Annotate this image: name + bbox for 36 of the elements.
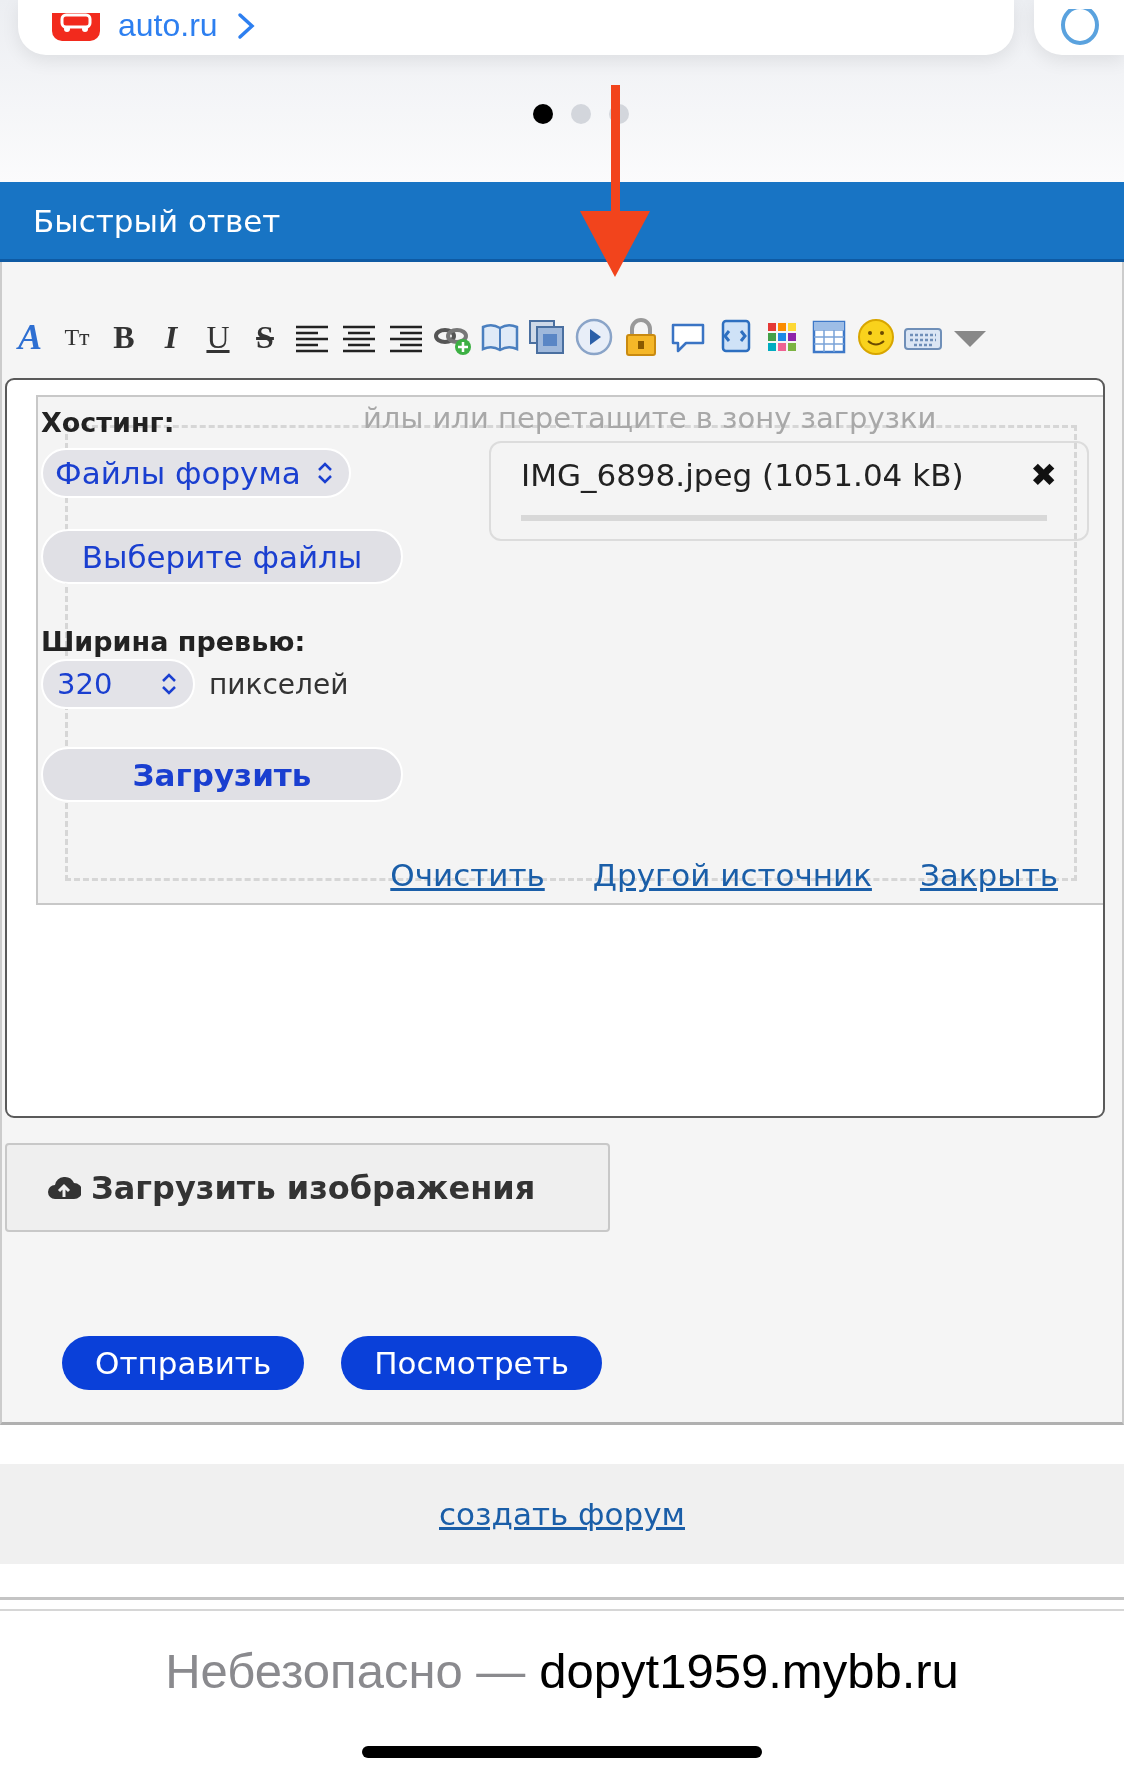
message-editor[interactable]: йлы или перетащите в зону загрузки IMG_6898.jpeg (1051.04 kB) ✖ Хостинг: Файлы форума Выберите файлы Ширина превью: 320 пикселей Загрузить Очистить Другой источник Закрыть [5, 378, 1105, 1118]
action-link[interactable]: Очистить [390, 857, 545, 893]
choose-files-button[interactable]: Выберите файлы [41, 529, 403, 584]
remove-file-button[interactable]: ✖ [1030, 459, 1057, 491]
action-link[interactable]: Закрыть [919, 857, 1058, 893]
action-link[interactable]: Другой источник [592, 857, 872, 893]
file-name: IMG_6898.jpeg (1051.04 kB) [521, 457, 964, 493]
send-button[interactable]: Отправить [62, 1336, 305, 1390]
bold-button[interactable]: B [104, 317, 144, 357]
italic-button[interactable]: I [151, 317, 191, 357]
drop-hint: йлы или перетащите в зону загрузки [363, 401, 937, 435]
car-logo-icon [52, 13, 100, 41]
security-warning: Небезопасно — [165, 1643, 526, 1699]
width-select[interactable]: 320 [41, 659, 195, 709]
smiley-icon[interactable] [856, 317, 896, 357]
upload-button[interactable]: Загрузить [41, 747, 403, 802]
font-size-button[interactable]: Tт [57, 317, 97, 357]
preview-width-label: Ширина превью: [41, 626, 306, 657]
panel-title: Быстрый ответ [33, 202, 281, 239]
play-icon[interactable] [574, 317, 614, 357]
page-dot[interactable] [571, 104, 591, 124]
preview-button[interactable]: Посмотреть [341, 1336, 602, 1390]
page-url[interactable]: dopyt1959.mybb.ru [539, 1643, 959, 1699]
hosting-label: Хостинг: [41, 407, 175, 438]
hosting-select[interactable]: Файлы форума [41, 448, 351, 498]
site-link[interactable]: auto.ru [118, 9, 218, 41]
strikethrough-button[interactable]: S [245, 317, 285, 357]
gallery-icon[interactable] [527, 317, 567, 357]
underline-button[interactable]: U [198, 317, 238, 357]
width-unit: пикселей [209, 667, 349, 701]
create-forum-link[interactable]: создать форум [439, 1496, 685, 1532]
upload-images-button[interactable]: Загрузить изображения [5, 1143, 610, 1232]
page-dot[interactable] [533, 104, 553, 124]
chevron-up-down-icon [159, 672, 179, 696]
text-color-button[interactable]: A [10, 317, 50, 357]
ring-icon [1060, 9, 1100, 45]
